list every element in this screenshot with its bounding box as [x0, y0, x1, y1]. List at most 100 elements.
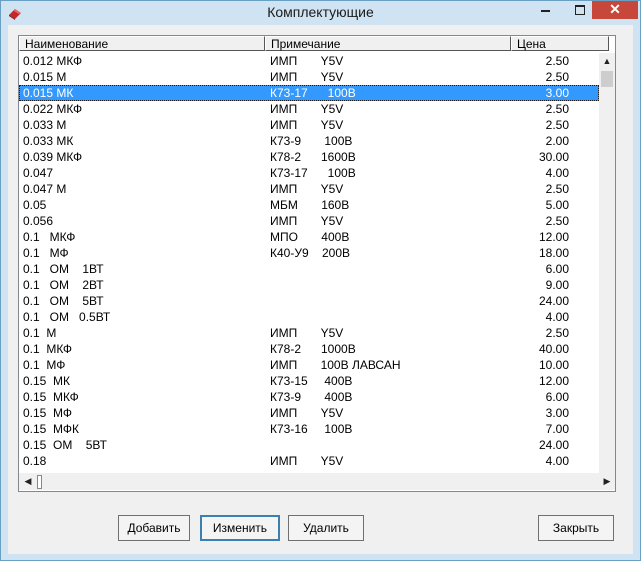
cell-name: 0.1 ОМ 0.5ВТ [23, 310, 111, 324]
cell-name: 0.1 МФ [23, 358, 66, 372]
cell-name: 0.022 МКФ [23, 102, 83, 116]
table-row[interactable]: 0.1 М ИМП Y5V 2.50 [19, 325, 599, 341]
close-window-button[interactable]: ✕ [592, 1, 638, 19]
table-row[interactable]: 0.015 МК К73-17 100В 3.00 [19, 85, 599, 101]
cell-name: 0.012 МКФ [23, 54, 83, 68]
cell-note: МПО 400В [270, 230, 350, 244]
cell-name: 0.047 [23, 166, 54, 180]
table-body: 0.012 МКФ ИМП Y5V 2.50 0.015 М ИМП Y5V 2.50 0.… [19, 53, 599, 469]
horizontal-scroll-thumb[interactable] [37, 475, 42, 489]
minimize-icon [541, 10, 550, 12]
cell-name: 0.1 ОМ 5ВТ [23, 294, 104, 308]
scroll-up-icon[interactable]: ▲ [599, 53, 615, 69]
cell-note: К73-17 100В [270, 166, 356, 180]
maximize-button[interactable] [566, 1, 594, 19]
cell-price: 6.00 [545, 262, 569, 276]
cell-name: 0.047 М [23, 182, 67, 196]
cell-note: ИМП Y5V [270, 454, 344, 468]
cell-note: К73-9 100В [270, 134, 353, 148]
cell-name: 0.15 МФ [23, 406, 73, 420]
table-row[interactable]: 0.1 МФ К40-У9 200В 18.00 [19, 245, 599, 261]
cell-price: 6.00 [545, 390, 569, 404]
table-row[interactable]: 0.012 МКФ ИМП Y5V 2.50 [19, 53, 599, 69]
cell-price: 2.50 [545, 118, 569, 132]
close-icon: ✕ [609, 1, 621, 17]
maximize-icon [575, 5, 585, 15]
cell-price: 2.50 [545, 326, 569, 340]
horizontal-scrollbar[interactable]: ◀ ▶ [19, 473, 615, 490]
cell-price: 5.00 [545, 198, 569, 212]
title-bar: Комплектующие ✕ [1, 1, 640, 25]
cell-name: 0.15 МК [23, 374, 71, 388]
cell-note: ИМП Y5V [270, 214, 344, 228]
cell-name: 0.1 М [23, 326, 57, 340]
table-row[interactable]: 0.015 М ИМП Y5V 2.50 [19, 69, 599, 85]
column-header-name[interactable]: Наименование [19, 36, 265, 51]
table-row[interactable]: 0.047 К73-17 100В 4.00 [19, 165, 599, 181]
cell-name: 0.1 МКФ [23, 230, 76, 244]
cell-note: К78-2 1000В [270, 342, 356, 356]
edit-button[interactable]: Изменить [200, 515, 280, 541]
table-row[interactable]: 0.056 ИМП Y5V 2.50 [19, 213, 599, 229]
table-row[interactable]: 0.1 ОМ 1ВТ 6.00 [19, 261, 599, 277]
cell-price: 2.50 [545, 70, 569, 84]
scroll-right-icon[interactable]: ▶ [599, 474, 615, 489]
add-button[interactable]: Добавить [118, 515, 190, 541]
table-row[interactable]: 0.033 МК К73-9 100В 2.00 [19, 133, 599, 149]
cell-note: ИМП Y5V [270, 182, 344, 196]
cell-name: 0.056 [23, 214, 54, 228]
column-header-note[interactable]: Примечание [265, 36, 511, 51]
cell-name: 0.1 МКФ [23, 342, 73, 356]
table-row[interactable]: 0.022 МКФ ИМП Y5V 2.50 [19, 101, 599, 117]
cell-name: 0.033 М [23, 118, 67, 132]
vertical-scrollbar[interactable]: ▲ [599, 53, 615, 473]
cell-price: 3.00 [545, 406, 569, 420]
cell-price: 9.00 [545, 278, 569, 292]
table-row[interactable]: 0.15 МФК К73-16 100В 7.00 [19, 421, 599, 437]
table-row[interactable]: 0.18 ИМП Y5V 4.00 [19, 453, 599, 469]
table-row[interactable]: 0.15 МФ ИМП Y5V 3.00 [19, 405, 599, 421]
cell-price: 12.00 [538, 374, 569, 388]
cell-name: 0.05 [23, 198, 47, 212]
cell-price: 30.00 [538, 150, 569, 164]
components-table: Наименование Примечание Цена 0.012 МКФ ИМ… [18, 35, 616, 492]
column-header-price[interactable]: Цена [511, 36, 609, 51]
cell-price: 3.00 [545, 86, 569, 100]
cell-note: ИМП Y5V [270, 102, 344, 116]
cell-name: 0.15 МКФ [23, 390, 79, 404]
cell-price: 4.00 [545, 310, 569, 324]
table-row[interactable]: 0.033 М ИМП Y5V 2.50 [19, 117, 599, 133]
delete-button-label: Удалить [303, 521, 349, 535]
cell-name: 0.1 ОМ 2ВТ [23, 278, 104, 292]
table-row[interactable]: 0.1 ОМ 0.5ВТ 4.00 [19, 309, 599, 325]
table-row[interactable]: 0.039 МКФ К78-2 1600В 30.00 [19, 149, 599, 165]
cell-note: ИМП Y5V [270, 326, 344, 340]
table-row[interactable]: 0.1 ОМ 2ВТ 9.00 [19, 277, 599, 293]
cell-note: К40-У9 200В [270, 246, 350, 260]
cell-name: 0.015 МК [23, 86, 74, 100]
table-row[interactable]: 0.047 М ИМП Y5V 2.50 [19, 181, 599, 197]
cell-price: 2.00 [545, 134, 569, 148]
delete-button[interactable]: Удалить [288, 515, 364, 541]
table-row[interactable]: 0.15 МКФ К73-9 400В 6.00 [19, 389, 599, 405]
table-row[interactable]: 0.1 МКФ К78-2 1000В 40.00 [19, 341, 599, 357]
cell-price: 2.50 [545, 102, 569, 116]
minimize-button[interactable] [531, 1, 559, 19]
close-button[interactable]: Закрыть [538, 515, 614, 541]
cell-price: 12.00 [538, 230, 569, 244]
cell-price: 2.50 [545, 214, 569, 228]
cell-note: К78-2 1600В [270, 150, 356, 164]
table-row[interactable]: 0.15 ОМ 5ВТ 24.00 [19, 437, 599, 453]
table-row[interactable]: 0.05 МБМ 160В 5.00 [19, 197, 599, 213]
scroll-left-icon[interactable]: ◀ [20, 474, 36, 489]
cell-price: 24.00 [538, 438, 569, 452]
table-row[interactable]: 0.1 МФ ИМП 100В ЛАВСАН 10.00 [19, 357, 599, 373]
vertical-scroll-thumb[interactable] [601, 71, 613, 87]
table-row[interactable]: 0.15 МК К73-15 400В 12.00 [19, 373, 599, 389]
table-row[interactable]: 0.1 МКФ МПО 400В 12.00 [19, 229, 599, 245]
table-row[interactable]: 0.1 ОМ 5ВТ 24.00 [19, 293, 599, 309]
edit-button-label: Изменить [212, 521, 268, 535]
cell-note: ИМП Y5V [270, 406, 344, 420]
add-button-label: Добавить [127, 521, 181, 535]
cell-price: 10.00 [538, 358, 569, 372]
